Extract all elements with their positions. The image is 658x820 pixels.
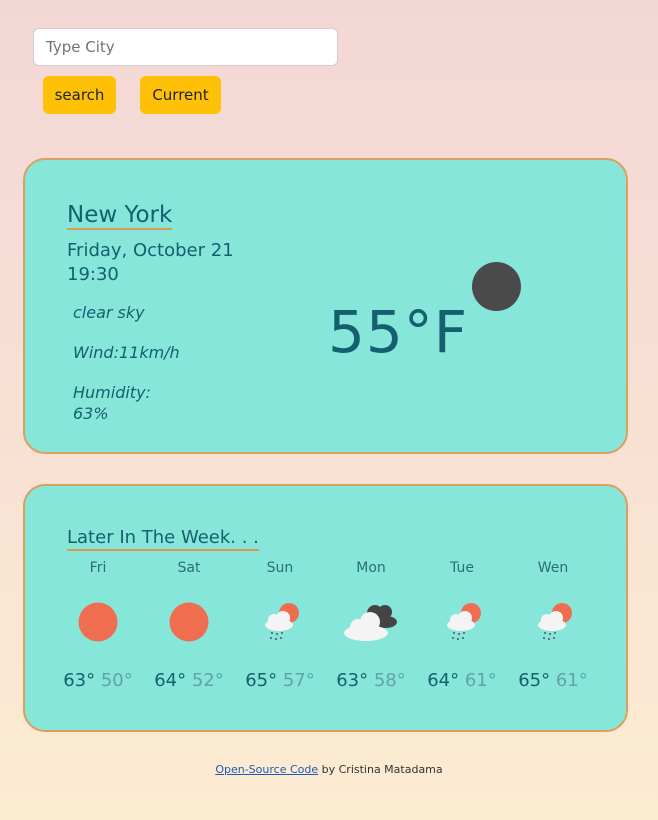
day-temps: 64° 61° <box>417 670 507 691</box>
current-temperature: 55°F <box>328 298 469 366</box>
day-high: 65° <box>245 670 278 691</box>
day-high: 64° <box>427 670 460 691</box>
forecast-day: Sat 64° 52° <box>144 560 234 691</box>
day-high: 63° <box>63 670 96 691</box>
day-name: Tue <box>450 560 474 576</box>
day-low: 57° <box>282 670 315 691</box>
day-name: Fri <box>89 560 107 576</box>
current-location-button[interactable]: Current <box>140 76 221 114</box>
day-name: Wen <box>537 560 569 576</box>
day-high: 63° <box>336 670 369 691</box>
moon-icon <box>472 262 521 311</box>
day-low: 61° <box>555 670 588 691</box>
day-temps: 63° 58° <box>326 670 416 691</box>
day-temps: 64° 52° <box>144 670 234 691</box>
source-code-link[interactable]: Open-Source Code <box>215 763 318 776</box>
weather-description: clear sky <box>73 303 145 322</box>
day-low: 52° <box>191 670 224 691</box>
current-time: 19:30 <box>67 264 119 285</box>
sun-cloud-rain-icon <box>508 592 598 652</box>
forecast-day: Sun 65° 57° <box>235 560 325 691</box>
forecast-title: Later In The Week. . . <box>67 527 259 551</box>
sun-cloud-rain-icon <box>235 592 325 652</box>
footer-credit: by Cristina Matadama <box>318 763 443 776</box>
day-high: 65° <box>518 670 551 691</box>
city-name: New York <box>67 202 173 231</box>
day-temps: 63° 50° <box>53 670 143 691</box>
day-high: 64° <box>154 670 187 691</box>
sun-icon <box>53 592 143 652</box>
day-temps: 65° 61° <box>508 670 598 691</box>
footer: Open-Source Code by Cristina Matadama <box>0 763 658 776</box>
city-search-input[interactable] <box>33 28 338 66</box>
humidity-value: 63% <box>73 404 109 423</box>
day-low: 61° <box>464 670 497 691</box>
forecast-day: Mon 63° 58° <box>326 560 416 691</box>
day-low: 58° <box>373 670 406 691</box>
day-low: 50° <box>100 670 133 691</box>
dark-cloud-icon <box>326 592 416 652</box>
forecast-day: Wen 65° 61° <box>508 560 598 691</box>
forecast-card: Later In The Week. . . Fri 63° 50° Sat 6… <box>23 484 628 732</box>
current-date: Friday, October 21 <box>67 240 234 261</box>
humidity-label: Humidity: <box>73 383 151 402</box>
sun-icon <box>144 592 234 652</box>
search-button[interactable]: search <box>43 76 116 114</box>
day-name: Sat <box>177 560 201 576</box>
wind-speed: Wind:11km/h <box>73 343 180 362</box>
current-weather-card: New York Friday, October 21 19:30 clear … <box>23 158 628 454</box>
day-name: Sun <box>266 560 294 576</box>
day-name: Mon <box>356 560 386 576</box>
sun-cloud-rain-icon <box>417 592 507 652</box>
day-temps: 65° 57° <box>235 670 325 691</box>
forecast-day: Fri 63° 50° <box>53 560 143 691</box>
forecast-day: Tue 64° 61° <box>417 560 507 691</box>
